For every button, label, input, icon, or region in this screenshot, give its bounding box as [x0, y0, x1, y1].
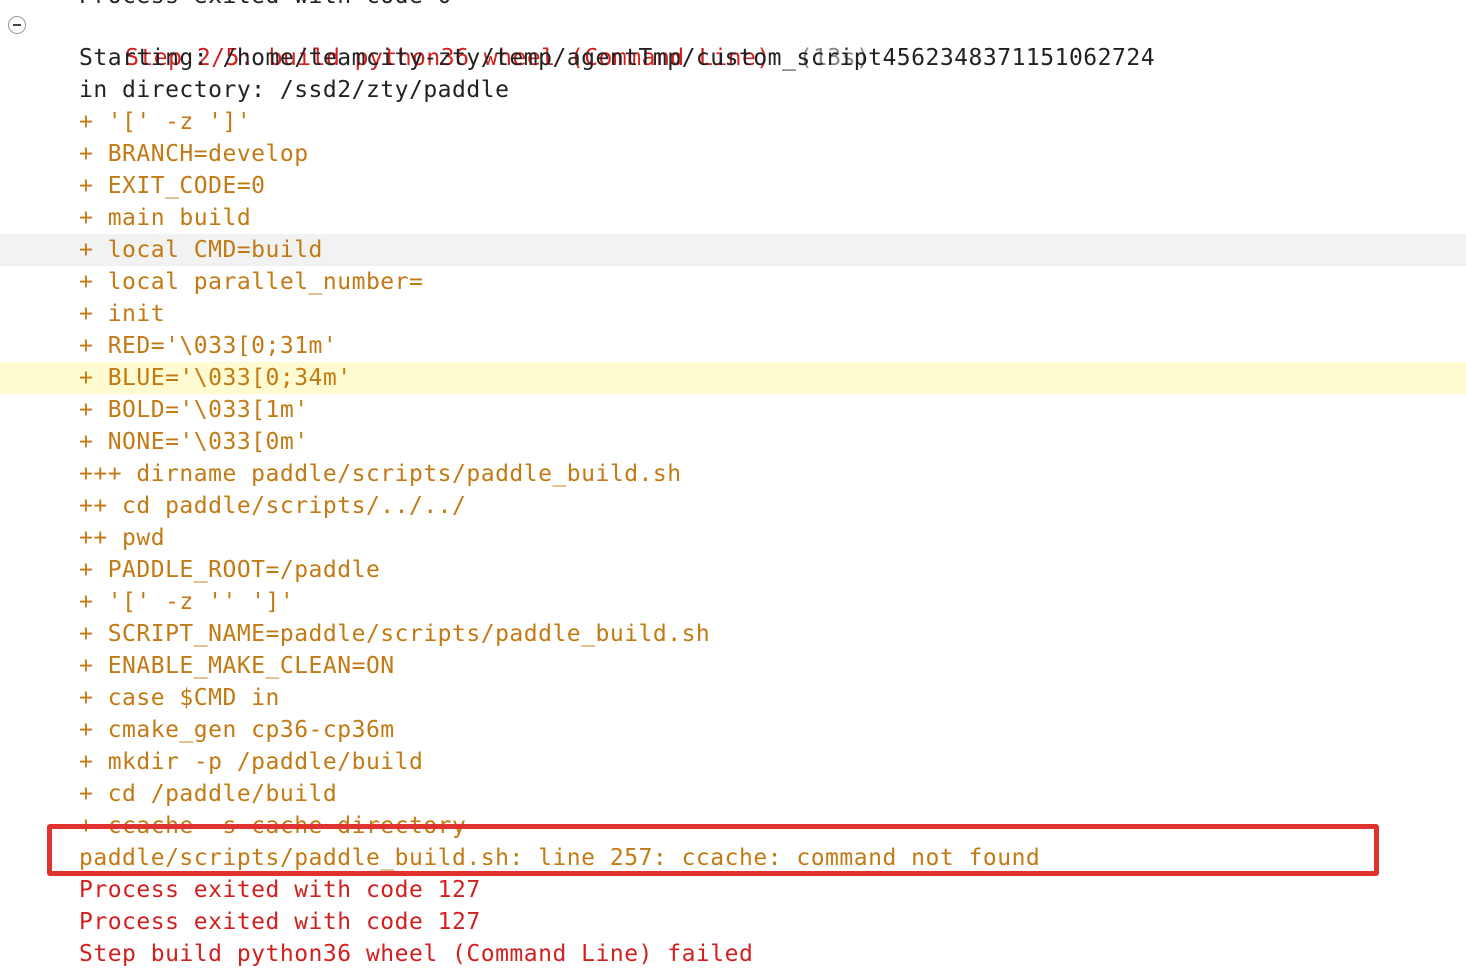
log-line: +++ dirname paddle/scripts/paddle_build.… [0, 458, 1466, 490]
log-line-text: + ENABLE_MAKE_CLEAN=ON [79, 653, 395, 679]
log-line: + EXIT_CODE=0 [0, 170, 1466, 202]
log-line-exit-code: Process exited with code 127 [0, 906, 1466, 938]
log-line-text: Starting: /home/teamcity-zty/temp/agentT… [79, 45, 1156, 71]
log-line-text: + cmake_gen cp36-cp36m [79, 717, 395, 743]
log-line: ++ pwd [0, 522, 1466, 554]
log-line-text: + PADDLE_ROOT=/paddle [79, 557, 381, 583]
log-line-text: paddle/scripts/paddle_build.sh: line 257… [79, 845, 1041, 871]
build-log: Process exited with code 0 Step 2/5: bui… [0, 0, 1466, 970]
log-line: + '[' -z ']' [0, 106, 1466, 138]
minus-circle-icon[interactable] [8, 16, 26, 34]
log-line-exit-code: Process exited with code 127 [0, 874, 1466, 906]
log-line-text: + RED='\033[0;31m' [79, 333, 338, 359]
log-line: + NONE='\033[0m' [0, 426, 1466, 458]
log-line: + main build [0, 202, 1466, 234]
log-line-text: + '[' -z ']' [79, 109, 252, 135]
log-line-text: in directory: /ssd2/zty/paddle [79, 77, 510, 103]
log-line-text: + BRANCH=develop [79, 141, 309, 167]
log-line-text: Step build python36 wheel (Command Line)… [79, 941, 754, 967]
log-line: + BRANCH=develop [0, 138, 1466, 170]
log-line: Starting: /home/teamcity-zty/temp/agentT… [0, 42, 1466, 74]
log-line-text: ++ pwd [79, 525, 166, 551]
log-line: + ENABLE_MAKE_CLEAN=ON [0, 650, 1466, 682]
log-line: + SCRIPT_NAME=paddle/scripts/paddle_buil… [0, 618, 1466, 650]
log-line-text: + EXIT_CODE=0 [79, 173, 266, 199]
log-line: ++ cd paddle/scripts/../../ [0, 490, 1466, 522]
log-line-text: Process exited with code 127 [79, 877, 481, 903]
log-line: + RED='\033[0;31m' [0, 330, 1466, 362]
step-header[interactable]: Step 2/5: build python36 wheel (Command … [0, 10, 1466, 71]
log-line-text: + BLUE='\033[0;34m' [79, 365, 352, 391]
log-line: + PADDLE_ROOT=/paddle [0, 554, 1466, 586]
log-line-text: +++ dirname paddle/scripts/paddle_build.… [79, 461, 682, 487]
log-line-text: + local parallel_number= [79, 269, 424, 295]
log-line-text: + cd /paddle/build [79, 781, 338, 807]
log-line-text: + SCRIPT_NAME=paddle/scripts/paddle_buil… [79, 621, 711, 647]
log-line: + cd /paddle/build [0, 778, 1466, 810]
log-line-hovered: + local CMD=build [0, 234, 1466, 266]
log-line: + '[' -z '' ']' [0, 586, 1466, 618]
log-line-text: + local CMD=build [79, 237, 323, 263]
log-line: + local parallel_number= [0, 266, 1466, 298]
log-line-selected: + BLUE='\033[0;34m' [0, 362, 1466, 394]
log-line-text: Process exited with code 127 [79, 909, 481, 935]
log-line-error-highlighted: paddle/scripts/paddle_build.sh: line 257… [0, 842, 1466, 874]
log-line-obscured: + ccache -s cache directory [0, 810, 1466, 842]
log-line-text: + init [79, 301, 166, 327]
log-line-text: ++ cd paddle/scripts/../../ [79, 493, 467, 519]
log-line-text: + ccache -s cache directory [79, 813, 467, 839]
log-line-text: + BOLD='\033[1m' [79, 397, 309, 423]
log-line-text: + main build [79, 205, 252, 231]
log-line-step-failed: Step build python36 wheel (Command Line)… [0, 938, 1466, 970]
log-line-text: + mkdir -p /paddle/build [79, 749, 424, 775]
log-line-text: + case $CMD in [79, 685, 280, 711]
log-line: + mkdir -p /paddle/build [0, 746, 1466, 778]
log-line: + cmake_gen cp36-cp36m [0, 714, 1466, 746]
log-line: + init [0, 298, 1466, 330]
log-line: + BOLD='\033[1m' [0, 394, 1466, 426]
log-line: + case $CMD in [0, 682, 1466, 714]
log-line-text: + '[' -z '' ']' [79, 589, 295, 615]
log-line: in directory: /ssd2/zty/paddle [0, 74, 1466, 106]
log-line-text: + NONE='\033[0m' [79, 429, 309, 455]
